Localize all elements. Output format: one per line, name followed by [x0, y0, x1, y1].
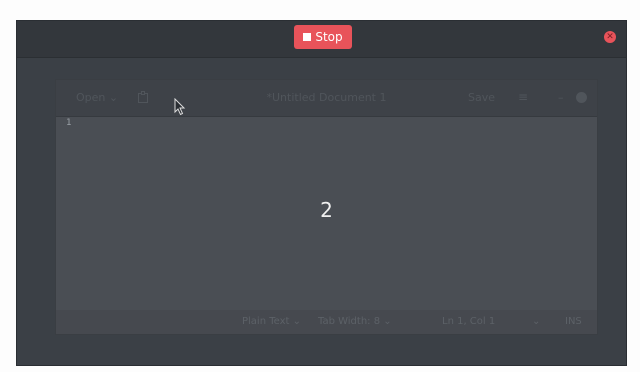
minimize-icon[interactable]: – [558, 91, 564, 104]
document-title: *Untitled Document 1 [266, 91, 387, 104]
tab-width-label: Tab Width: 8 [318, 316, 381, 327]
editor-headerbar: Open ⌄ *Untitled Document 1 Save ≡ – [56, 80, 597, 117]
chevron-down-icon[interactable]: ⌄ [532, 316, 540, 327]
screen-recorder-window: Stop ✕ Open ⌄ *Untitled Document 1 Save … [16, 20, 627, 366]
language-label: Plain Text [242, 316, 290, 327]
line-number: 1 [66, 118, 72, 128]
hamburger-menu-icon[interactable]: ≡ [518, 90, 528, 104]
language-selector[interactable]: Plain Text ⌄ [242, 316, 301, 327]
stop-square-icon [303, 33, 312, 41]
insert-mode-indicator[interactable]: INS [565, 316, 582, 327]
stop-recording-button[interactable]: Stop [294, 25, 352, 49]
countdown-number: 2 [320, 198, 333, 222]
close-icon[interactable]: ✕ [604, 31, 616, 43]
text-editor-window: Open ⌄ *Untitled Document 1 Save ≡ – 1 2… [55, 79, 598, 335]
editor-close-icon[interactable] [576, 92, 587, 103]
editor-statusbar: Plain Text ⌄ Tab Width: 8 ⌄ Ln 1, Col 1 … [56, 310, 597, 334]
tab-width-selector[interactable]: Tab Width: 8 ⌄ [318, 316, 392, 327]
editor-text-area[interactable]: 1 2 [56, 116, 597, 310]
stop-label: Stop [315, 30, 343, 44]
mouse-pointer-icon [174, 98, 186, 116]
cursor-position[interactable]: Ln 1, Col 1 [442, 316, 495, 327]
chevron-down-icon: ⌄ [292, 316, 302, 327]
save-button[interactable]: Save [468, 91, 495, 104]
recorder-toolbar: Stop ✕ [17, 21, 626, 58]
chevron-down-icon: ⌄ [383, 316, 392, 327]
